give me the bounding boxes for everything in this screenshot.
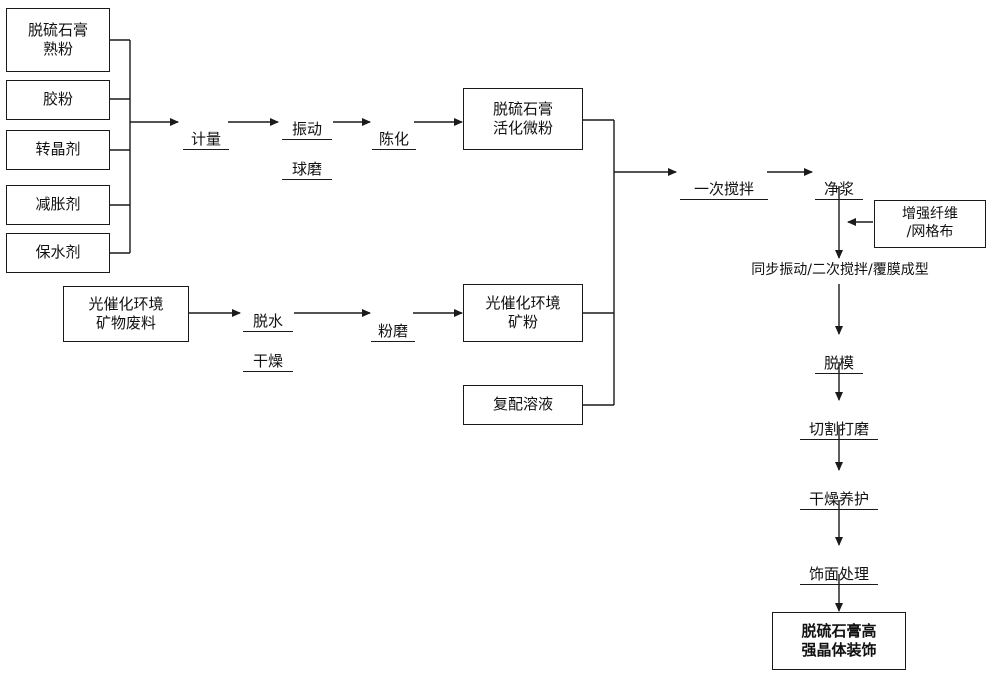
node-label-line1: 脱水 xyxy=(243,312,293,332)
node-label: 胶粉 xyxy=(42,90,73,109)
node-compound-solution: 复配溶液 xyxy=(463,385,583,425)
node-step-sync-vibration-forming: 同步振动/二次搅拌/覆膜成型 xyxy=(712,258,968,284)
node-step-grinding: 粉磨 xyxy=(371,302,415,362)
node-label: 计量 xyxy=(183,130,229,150)
node-material-2: 胶粉 xyxy=(6,80,110,120)
node-label: 保水剂 xyxy=(35,243,81,262)
node-label: 脱硫石膏高 强晶体装饰 xyxy=(801,621,877,659)
node-step-surface-finishing: 饰面处理 xyxy=(800,545,878,605)
node-step-vibration-ball-mill: 振动 球磨 xyxy=(282,100,332,200)
node-label: 切割打磨 xyxy=(800,420,878,440)
node-label: 脱模 xyxy=(815,354,863,374)
node-step-demolding: 脱模 xyxy=(815,334,863,394)
node-label-line1: 振动 xyxy=(282,120,332,140)
flowchart-canvas: 脱硫石膏 熟粉 胶粉 转晶剂 减胀剂 保水剂 计量 振动 球磨 陈化 脱硫石膏 … xyxy=(0,0,1000,678)
node-label-line2: 干燥 xyxy=(243,352,293,372)
node-label: 光催化环境 矿粉 xyxy=(485,293,561,331)
node-label: 一次搅拌 xyxy=(680,180,768,200)
node-label: 同步振动/二次搅拌/覆膜成型 xyxy=(751,262,929,279)
node-activated-gypsum-powder: 脱硫石膏 活化微粉 xyxy=(463,88,583,150)
node-label-line2: 球磨 xyxy=(282,160,332,180)
node-final-product: 脱硫石膏高 强晶体装饰 xyxy=(772,612,906,670)
node-step-neat-slurry: 净浆 xyxy=(815,160,863,220)
node-photocatalytic-mineral-waste: 光催化环境 矿物废料 xyxy=(63,286,189,342)
node-label: 转晶剂 xyxy=(35,140,81,159)
node-label: 陈化 xyxy=(372,130,416,150)
node-label: 干燥养护 xyxy=(800,490,878,510)
node-step-drying-curing: 干燥养护 xyxy=(800,470,878,530)
node-photocatalytic-mineral-powder: 光催化环境 矿粉 xyxy=(463,284,583,342)
node-label: 净浆 xyxy=(815,180,863,200)
node-label: 饰面处理 xyxy=(800,565,878,585)
node-step-aging: 陈化 xyxy=(372,110,416,170)
node-label: 减胀剂 xyxy=(35,195,81,214)
node-material-5: 保水剂 xyxy=(6,233,110,273)
node-label: 脱硫石膏 活化微粉 xyxy=(492,99,553,137)
node-material-1: 脱硫石膏 熟粉 xyxy=(6,8,110,72)
node-reinforcing-fiber-mesh: 增强纤维 /网格布 xyxy=(874,200,986,248)
node-label: 复配溶液 xyxy=(492,395,553,414)
node-label: 增强纤维 /网格布 xyxy=(902,206,958,240)
node-label: 粉磨 xyxy=(371,322,415,342)
node-material-4: 减胀剂 xyxy=(6,185,110,225)
node-label: 脱硫石膏 熟粉 xyxy=(27,20,88,58)
node-material-3: 转晶剂 xyxy=(6,130,110,170)
node-label: 光催化环境 矿物废料 xyxy=(88,294,164,332)
node-step-dehydration-drying: 脱水 干燥 xyxy=(243,292,293,392)
node-step-metering: 计量 xyxy=(183,110,229,170)
node-step-first-mixing: 一次搅拌 xyxy=(680,160,768,220)
node-step-cutting-polishing: 切割打磨 xyxy=(800,400,878,460)
